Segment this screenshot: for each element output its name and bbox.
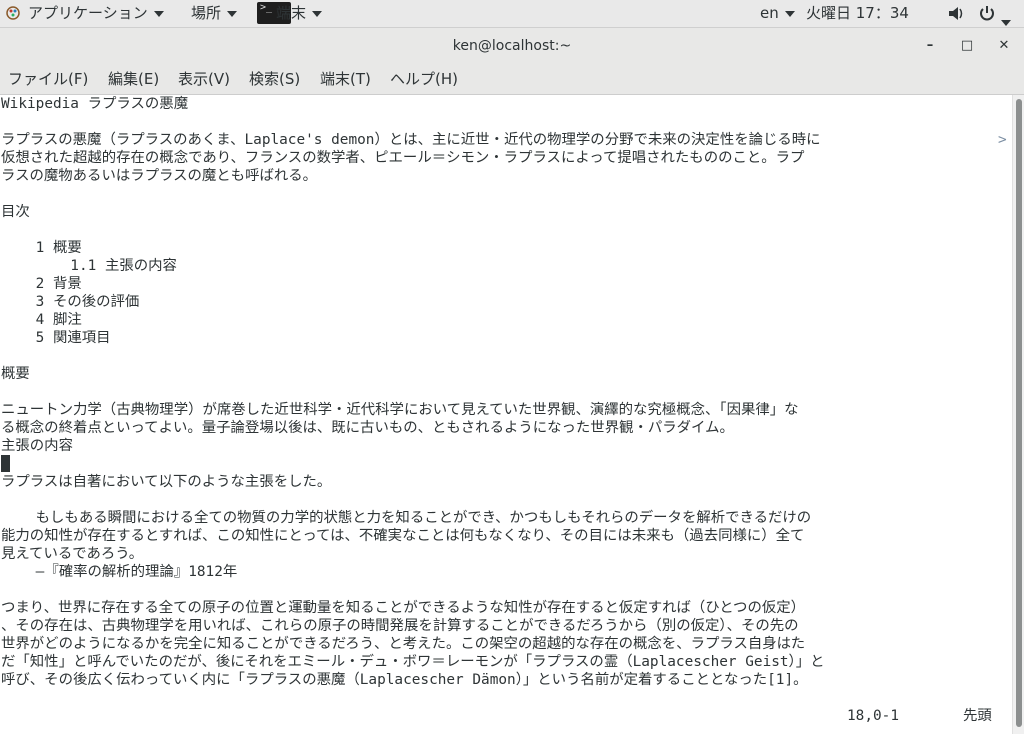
chevron-down-icon [312, 10, 323, 17]
input-language-menu[interactable]: en [760, 0, 795, 27]
terminal-line: ラスの魔物あるいはラプラスの魔とも呼ばれる。 [1, 168, 318, 184]
terminal-line: ラプラスは自著において以下のような主張をした。 [1, 474, 332, 490]
vim-cursor-position: 18,0-1 [847, 708, 899, 724]
menu-search[interactable]: 検索(S) [249, 64, 300, 94]
chevron-down-icon [153, 10, 164, 17]
volume-icon[interactable] [947, 0, 967, 27]
scrollbar-thumb[interactable] [1016, 99, 1022, 727]
minimize-button[interactable]: – [920, 36, 940, 56]
terminal-line: 呼び、その後広く伝わっていく内に「ラプラスの悪魔（Laplacescher Dä… [1, 672, 808, 688]
terminal-line: 1 概要 [1, 240, 82, 256]
terminal-line: 目次 [1, 204, 30, 220]
applications-label: アプリケーション [28, 4, 148, 22]
terminal-line: 、その存在は、古典物理学を用いれば、これらの原子の時間発展を計算することができる… [1, 618, 799, 634]
menu-edit[interactable]: 編集(E) [108, 64, 159, 94]
menu-file[interactable]: ファイル(F) [8, 64, 88, 94]
active-app-menu[interactable]: 端末 [276, 0, 323, 27]
terminal-line: 主張の内容 [1, 438, 73, 454]
chevron-down-icon [1001, 19, 1011, 26]
terminal-line: つまり、世界に存在する全ての原子の位置と運動量を知ることができるような知性が存在… [1, 600, 806, 616]
terminal-line: Wikipedia ラプラスの悪魔 [1, 96, 189, 112]
menu-help[interactable]: ヘルプ(H) [390, 64, 458, 94]
chevron-down-icon [227, 10, 238, 17]
terminal-line: もしもある瞬間における全ての物質の力学的状態と力を知ることができ、かつもしもそれ… [1, 510, 812, 526]
line-truncation-marker: > [998, 132, 1007, 148]
vim-scroll-position: 先頭 [963, 708, 992, 724]
window-titlebar[interactable]: ken@localhost:~ – □ ✕ [0, 28, 1024, 64]
clock-label: 火曜日 17：34 [806, 4, 909, 22]
applications-menu[interactable]: アプリケーション [28, 0, 164, 27]
terminal-line: 仮想された超越的存在の概念であり、フランスの数学者、ピエール＝シモン・ラプラスに… [1, 150, 805, 166]
terminal-line: 概要 [1, 366, 30, 382]
menu-terminal[interactable]: 端末(T) [320, 64, 371, 94]
menu-view[interactable]: 表示(V) [178, 64, 230, 94]
active-app-label: 端末 [276, 4, 307, 22]
terminal-line: ラプラスの悪魔（ラプラスのあくま、Laplace's demon）とは、主に近世… [1, 132, 821, 148]
terminal-line: だ「知性」と呼んでいたのだが、後にそれをエミール・デュ・ボワ＝レーモンが「ラプラ… [1, 654, 825, 670]
terminal-line: —『確率の解析的理論』1812年 [1, 564, 238, 580]
terminal-line: 5 関連項目 [1, 330, 111, 346]
text-cursor [1, 455, 10, 472]
terminal-line: 見えているであろう。 [1, 546, 144, 562]
places-label: 場所 [191, 4, 222, 22]
terminal-line: る概念の終着点といってよい。量子論登場以後は、既に古いもの、ともされるようになっ… [1, 420, 734, 436]
power-icon [980, 6, 994, 21]
terminal-line: 能力の知性が存在するとすれば、この知性にとっては、不確実なことは何もなくなり、そ… [1, 528, 805, 544]
terminal-line: 4 脚注 [1, 312, 82, 328]
applications-icon [6, 6, 20, 20]
top-panel: アプリケーション 場所 >_ 端末 en 火曜日 17：34 [0, 0, 1024, 28]
terminal-scrollbar[interactable] [1012, 95, 1024, 734]
close-button[interactable]: ✕ [994, 36, 1014, 56]
system-menu[interactable] [977, 0, 1021, 27]
terminal-line: 2 背景 [1, 276, 82, 292]
maximize-button[interactable]: □ [957, 36, 977, 56]
terminal-line: ニュートン力学（古典物理学）が席巻した近世科学・近代科学において見えていた世界観… [1, 402, 799, 418]
places-menu[interactable]: 場所 [191, 0, 238, 27]
terminal-line: 1.1 主張の内容 [1, 258, 177, 274]
chevron-down-icon [784, 10, 795, 17]
menubar: ファイル(F) 編集(E) 表示(V) 検索(S) 端末(T) ヘルプ(H) [0, 64, 1024, 95]
window-title: ken@localhost:~ [452, 38, 572, 54]
terminal-line: 3 その後の評価 [1, 294, 140, 310]
terminal-line: 世界がどのようになるかを完全に知ることができるだろう、と考えた。この架空の超越的… [1, 636, 806, 652]
terminal-view[interactable]: Wikipedia ラプラスの悪魔 ラプラスの悪魔（ラプラスのあくま、Lapla… [0, 95, 1012, 734]
clock[interactable]: 火曜日 17：34 [806, 0, 909, 27]
language-label: en [760, 4, 779, 22]
